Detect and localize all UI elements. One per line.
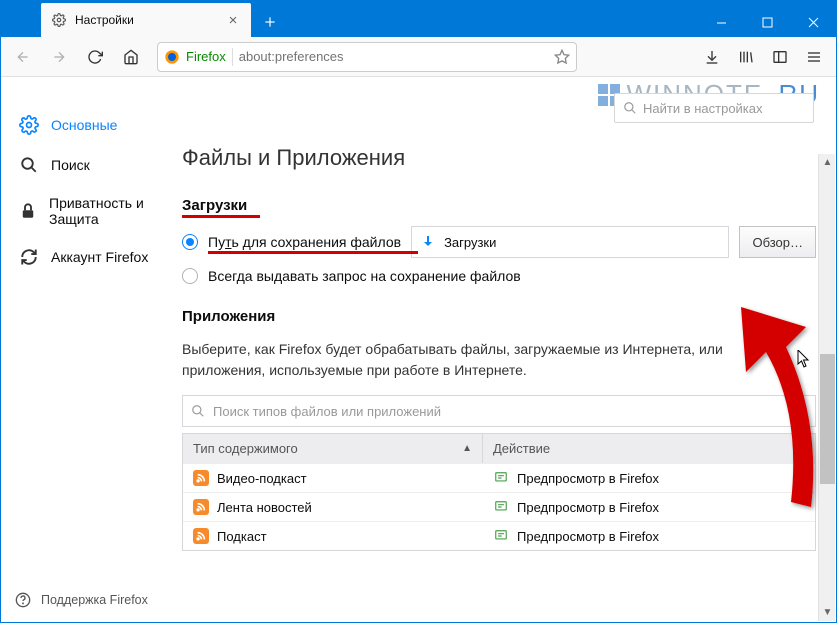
feed-icon [193,470,209,486]
column-header-action[interactable]: Действие [483,434,815,463]
sync-icon [19,247,39,267]
page-title: Файлы и Приложения [182,145,816,171]
scroll-up-icon[interactable]: ▲ [819,154,836,171]
separator [232,48,233,66]
downloads-heading: Загрузки [182,197,247,214]
apps-table: Тип содержимого ▲ Действие Видео-подкаст… [182,433,816,551]
sidebar-item-sync[interactable]: Аккаунт Firefox [1,237,176,277]
scroll-down-icon[interactable]: ▼ [819,604,836,621]
minimize-button[interactable] [698,7,744,37]
radio-always-ask[interactable] [182,268,198,284]
search-icon [19,155,39,175]
radio-save-to-path-label: Путь для сохранения файлов [208,234,401,250]
window-close-button[interactable] [790,7,836,37]
url-bar[interactable]: Firefox about:preferences [157,42,577,72]
sidebar-item-label: Поиск [51,157,90,173]
reload-button[interactable] [79,41,111,73]
bookmark-star-icon[interactable] [554,49,570,65]
column-header-type[interactable]: Тип содержимого ▲ [183,434,483,463]
table-row[interactable]: Лента новостей Предпросмотр в Firefox [183,492,815,521]
app-menu-button[interactable] [798,41,830,73]
nav-toolbar: Firefox about:preferences [1,37,836,77]
maximize-button[interactable] [744,7,790,37]
url-label: Firefox [186,49,226,64]
help-icon [15,592,31,608]
lock-icon [19,201,37,221]
downloads-button[interactable] [696,41,728,73]
home-button[interactable] [115,41,147,73]
search-placeholder: Найти в настройках [643,101,763,116]
prefs-search-input[interactable]: Найти в настройках [614,93,814,123]
preview-icon [493,528,509,544]
search-icon [191,404,205,418]
radio-save-to-path[interactable] [182,234,198,250]
apps-filter-input[interactable]: Поиск типов файлов или приложений [182,395,816,427]
sort-indicator-icon: ▲ [462,443,472,454]
table-row[interactable]: Видео-подкаст Предпросмотр в Firefox [183,463,815,492]
firefox-icon [164,49,180,65]
gear-icon [19,115,39,135]
download-arrow-icon [420,234,436,250]
annotation-underline [208,251,418,254]
url-text: about:preferences [239,49,344,64]
main-panel: Найти в настройках Файлы и Приложения За… [176,77,836,622]
table-row[interactable]: Подкаст Предпросмотр в Firefox [183,521,815,550]
support-label: Поддержка Firefox [41,593,148,607]
library-button[interactable] [730,41,762,73]
forward-button[interactable] [43,41,75,73]
download-path-field[interactable]: Загрузки [411,226,729,258]
preview-icon [493,499,509,515]
sidebar-item-search[interactable]: Поиск [1,145,176,185]
sidebar-item-privacy[interactable]: Приватность и Защита [1,185,176,237]
window-controls [698,7,836,37]
scrollbar-thumb[interactable] [820,354,835,484]
sidebar-button[interactable] [764,41,796,73]
apps-heading: Приложения [182,308,816,325]
preview-icon [493,470,509,486]
sidebar-item-label: Аккаунт Firefox [51,249,148,265]
search-icon [623,101,637,115]
content-area: WINNOTE.RU Основные Поиск Приватность и … [1,77,836,622]
tab-title: Настройки [75,13,217,27]
apps-description: Выберите, как Firefox будет обрабатывать… [182,339,802,381]
gear-icon [51,12,67,28]
download-path-value: Загрузки [444,235,496,250]
back-button[interactable] [7,41,39,73]
sidebar-item-label: Приватность и Защита [49,195,158,227]
filter-placeholder: Поиск типов файлов или приложений [213,404,441,419]
new-tab-button[interactable] [255,7,285,37]
browser-tab[interactable]: Настройки × [41,3,251,37]
support-link[interactable]: Поддержка Firefox [1,578,176,622]
sidebar-item-label: Основные [51,117,117,133]
close-icon[interactable]: × [225,12,241,28]
feed-icon [193,499,209,515]
sidebar-item-general[interactable]: Основные [1,105,176,145]
feed-icon [193,528,209,544]
browse-button[interactable]: Обзор… [739,226,816,258]
radio-always-ask-label: Всегда выдавать запрос на сохранение фай… [208,268,521,284]
annotation-underline [182,215,260,218]
vertical-scrollbar[interactable]: ▲ ▼ [818,154,835,621]
titlebar: Настройки × [1,1,836,37]
categories-sidebar: Основные Поиск Приватность и Защита Акка… [1,77,176,622]
